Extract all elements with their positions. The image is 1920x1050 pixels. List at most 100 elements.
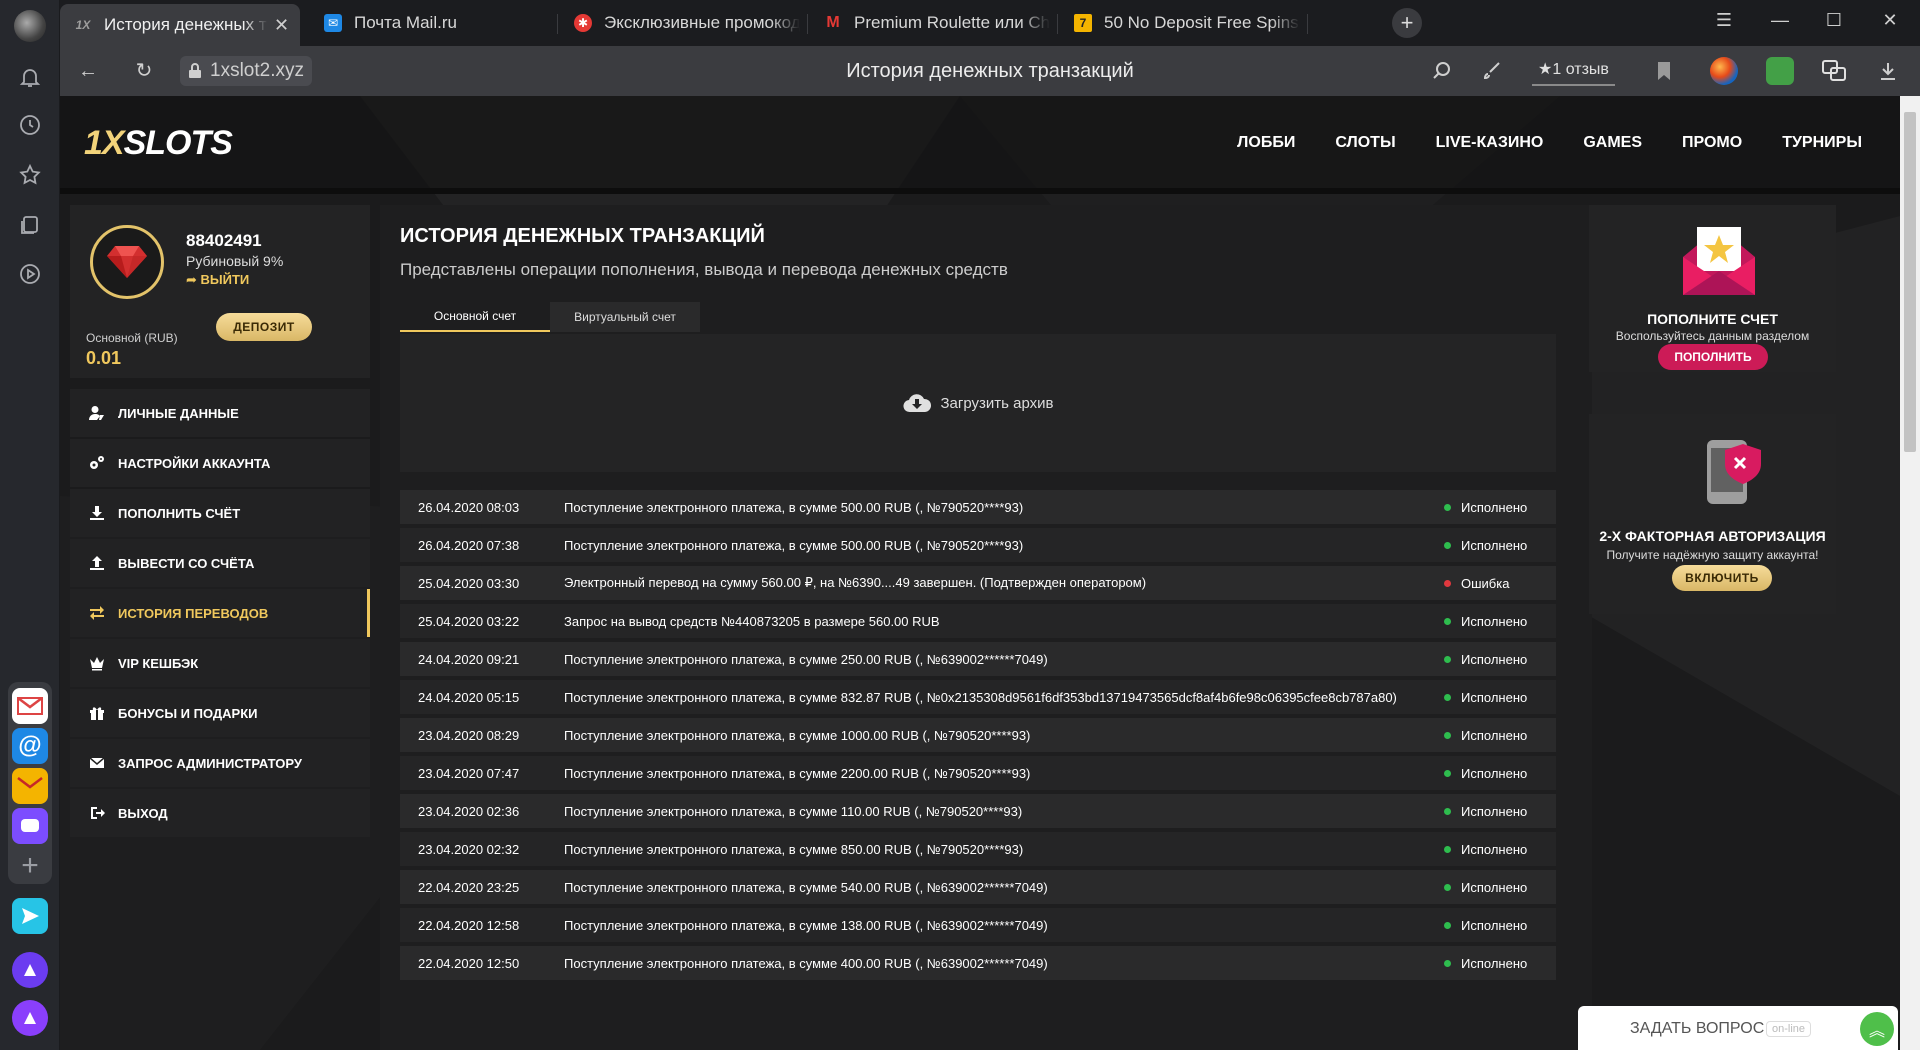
transaction-description: Поступление электронного платежа, в сумм… <box>564 651 1048 667</box>
menu-admin-request[interactable]: ЗАПРОС АДМИНИСТРАТОРУ <box>70 739 370 787</box>
gmail-app-icon[interactable] <box>12 688 48 724</box>
profile-avatar[interactable] <box>14 10 46 42</box>
menu-bonuses-gifts[interactable]: БОНУСЫ И ПОДАРКИ <box>70 689 370 737</box>
alice-assistant-icon[interactable] <box>12 1000 48 1036</box>
transaction-description: Поступление электронного платежа, в сумм… <box>564 803 1023 819</box>
brush-icon[interactable] <box>1480 59 1504 83</box>
transaction-date: 22.04.2020 12:50 <box>418 955 520 971</box>
video-play-icon[interactable] <box>18 262 42 286</box>
transaction-status: Исполнено <box>1436 728 1556 743</box>
menu-withdraw[interactable]: ВЫВЕСТИ СО СЧЁТА <box>70 539 370 587</box>
status-dot-icon <box>1444 921 1451 929</box>
minimize-icon[interactable]: — <box>1768 10 1792 34</box>
add-app-icon[interactable]: + <box>12 848 48 884</box>
nav-slots[interactable]: СЛОТЫ <box>1335 134 1395 152</box>
transactions-panel: ИСТОРИЯ ДЕНЕЖНЫХ ТРАНЗАКЦИЙ Представлены… <box>380 205 1592 1050</box>
green-extension-icon[interactable] <box>1766 57 1794 85</box>
messenger-icon[interactable] <box>12 808 48 844</box>
status-dot-icon <box>1444 693 1451 701</box>
url-field[interactable]: 1xslot2.xyz <box>180 56 312 86</box>
reload-icon[interactable]: ↻ <box>132 59 156 83</box>
translate-extension-icon[interactable] <box>1820 57 1848 85</box>
status-dot-icon <box>1444 731 1451 739</box>
download-archive-button[interactable]: Загрузить архив <box>400 334 1556 472</box>
transaction-status: Исполнено <box>1436 652 1556 667</box>
tab-main-account[interactable]: Основной счет <box>400 302 550 332</box>
nav-games[interactable]: GAMES <box>1583 134 1642 152</box>
transaction-status: Исполнено <box>1436 880 1556 895</box>
tab-title: Premium Roulette или Chi <box>854 13 1050 32</box>
transaction-status: Исполнено <box>1436 538 1556 553</box>
logout-link[interactable]: ➦ ВЫЙТИ <box>186 272 249 288</box>
history-clock-icon[interactable] <box>18 113 42 137</box>
page-title: История денежных транзакций <box>846 60 1134 82</box>
scrollbar-thumb[interactable] <box>1904 112 1916 452</box>
table-row: 22.04.2020 12:58 Поступление электронного… <box>400 908 1556 946</box>
balance-value: 0.01 <box>86 348 122 368</box>
table-row: 24.04.2020 05:15 Поступление электронного… <box>400 680 1556 718</box>
browser-sidebar: @ + <box>0 0 60 1050</box>
tab-separator <box>1057 14 1058 34</box>
status-dot-icon <box>1444 845 1451 853</box>
search-icon[interactable] <box>1430 59 1454 83</box>
tab-transaction-history[interactable]: 1X История денежных тра ✕ <box>60 4 300 46</box>
chat-status-badge: on-line <box>1766 1021 1812 1037</box>
chat-widget[interactable]: ЗАДАТЬ ВОПРОС on-line ︽ <box>1578 1006 1898 1050</box>
nav-lobby[interactable]: ЛОББИ <box>1237 134 1295 152</box>
transaction-date: 23.04.2020 02:32 <box>418 841 520 857</box>
menu-hamburger-icon[interactable]: ☰ <box>1712 10 1736 34</box>
nav-tournaments[interactable]: ТУРНИРЫ <box>1782 134 1862 152</box>
transaction-status: Исполнено <box>1436 500 1556 515</box>
page-scrollbar[interactable] <box>1900 96 1920 1050</box>
tab-free-spins[interactable]: 7 50 No Deposit Free Spins S <box>1060 6 1300 40</box>
tab-promo-codes[interactable]: ✱ Эксклюзивные промокод <box>560 6 800 40</box>
page-content: 1XSLOTS ЛОББИ СЛОТЫ LIVE-КАЗИНО GAMES ПР… <box>60 96 1900 1050</box>
tab-premium-roulette[interactable]: M Premium Roulette или Chi <box>810 6 1050 40</box>
menu-personal-data[interactable]: ЛИЧНЫЕ ДАННЫЕ <box>70 389 370 437</box>
back-arrow-icon[interactable]: ← <box>76 59 100 83</box>
bookmark-icon[interactable] <box>1652 59 1676 83</box>
address-bar: ← ↻ 1xslot2.xyz История денежных транзак… <box>60 46 1920 96</box>
new-tab-button[interactable]: + <box>1392 8 1422 38</box>
gears-icon <box>90 456 104 469</box>
transaction-date: 23.04.2020 07:47 <box>418 765 520 781</box>
transaction-description: Поступление электронного платежа, в сумм… <box>564 917 1048 933</box>
status-dot-icon <box>1444 541 1451 549</box>
deposit-button[interactable]: ДЕПОЗИТ <box>216 313 312 341</box>
menu-vip-cashback[interactable]: VIP КЕШБЭК <box>70 639 370 687</box>
tab-mailru[interactable]: ✉ Почта Mail.ru <box>310 6 550 40</box>
promo-deposit-button[interactable]: ПОПОЛНИТЬ <box>1658 344 1768 370</box>
firefox-extension-icon[interactable] <box>1710 57 1738 85</box>
promo-2fa-button[interactable]: ВКЛЮЧИТЬ <box>1672 565 1772 591</box>
nav-live-casino[interactable]: LIVE-КАЗИНО <box>1436 134 1544 152</box>
bookmarks-star-icon[interactable] <box>18 163 42 187</box>
send-arrow-icon[interactable] <box>12 898 48 934</box>
menu-transfer-history[interactable]: ИСТОРИЯ ПЕРЕВОДОВ <box>70 589 370 637</box>
transaction-description: Поступление электронного платежа, в сумм… <box>564 841 1024 857</box>
music-app-icon[interactable] <box>12 952 48 988</box>
collections-icon[interactable] <box>18 213 42 237</box>
exchange-icon <box>90 606 104 620</box>
table-row: 23.04.2020 02:36 Поступление электронного… <box>400 794 1556 832</box>
reviews-button[interactable]: ★1 отзыв <box>1532 54 1615 86</box>
maximize-icon[interactable]: ☐ <box>1822 10 1846 34</box>
tab-virtual-account[interactable]: Виртуальный счет <box>550 302 700 332</box>
close-window-icon[interactable]: ✕ <box>1878 10 1902 34</box>
menu-deposit[interactable]: ПОПОЛНИТЬ СЧЁТ <box>70 489 370 537</box>
menu-account-settings[interactable]: НАСТРОЙКИ АККАУНТА <box>70 439 370 487</box>
transaction-description: Поступление электронного платежа, в сумм… <box>564 727 1031 743</box>
site-logo[interactable]: 1XSLOTS <box>84 124 233 163</box>
status-dot-icon <box>1444 807 1451 815</box>
chevron-up-icon[interactable]: ︽ <box>1860 1012 1894 1046</box>
menu-logout[interactable]: ВЫХОД <box>70 789 370 837</box>
download-icon[interactable] <box>1876 59 1900 83</box>
close-tab-icon[interactable]: ✕ <box>274 15 294 36</box>
transaction-date: 26.04.2020 07:38 <box>418 537 520 553</box>
nav-promo[interactable]: ПРОМО <box>1682 134 1742 152</box>
bell-icon[interactable] <box>18 65 42 89</box>
transaction-status: Исполнено <box>1436 956 1556 971</box>
site-header: 1XSLOTS ЛОББИ СЛОТЫ LIVE-КАЗИНО GAMES ПР… <box>60 96 1900 194</box>
yandex-mail-icon[interactable] <box>12 768 48 804</box>
envelope-icon <box>89 757 105 768</box>
mailru-at-icon[interactable]: @ <box>12 728 48 764</box>
